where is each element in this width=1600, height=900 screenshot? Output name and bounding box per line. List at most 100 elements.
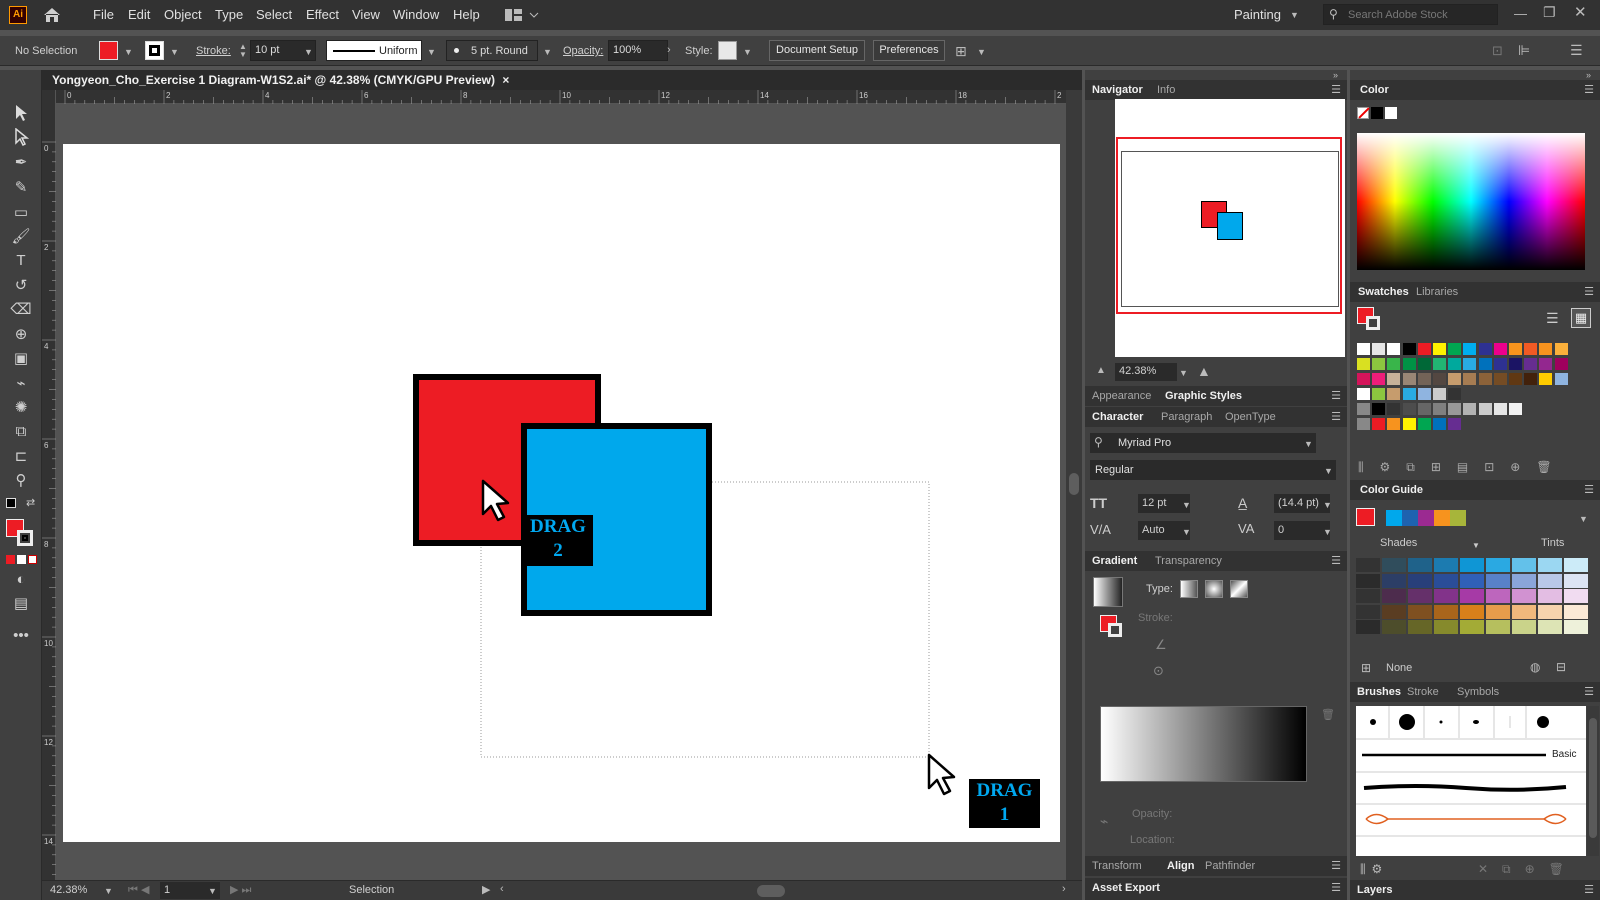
guide-swatch[interactable]: [1564, 573, 1588, 588]
swatch-cell[interactable]: [1402, 358, 1416, 370]
zoom-in-icon[interactable]: ▲: [1197, 363, 1211, 379]
horizontal-scroll-thumb[interactable]: [757, 885, 785, 897]
guide-swatch[interactable]: [1408, 573, 1432, 588]
delete-stop-icon[interactable]: 🗑: [1321, 708, 1335, 721]
panel-menu-icon[interactable]: ☰: [1584, 285, 1594, 298]
tab-info[interactable]: Info: [1157, 84, 1175, 96]
swatch-cell[interactable]: [1417, 418, 1431, 430]
font-family-field[interactable]: ⚲ Myriad Pro ▼: [1090, 433, 1316, 453]
swatch-cell[interactable]: [1509, 373, 1522, 385]
tab-navigator[interactable]: Navigator: [1092, 84, 1143, 96]
tab-layers[interactable]: Layers: [1357, 884, 1392, 896]
tab-libraries[interactable]: Libraries: [1416, 286, 1458, 298]
canvas-vertical-scrollbar[interactable]: [1066, 90, 1082, 880]
panel-menu-icon[interactable]: ☰: [1584, 83, 1594, 96]
guide-swatch[interactable]: [1512, 589, 1536, 603]
brush-actions-icon[interactable]: ✕⧉⊕🗑: [1478, 862, 1578, 877]
guide-swatch[interactable]: [1512, 558, 1536, 572]
swatch-cell[interactable]: [1493, 373, 1507, 385]
color-guide-grid[interactable]: [1356, 558, 1592, 636]
swatch-cell[interactable]: [1448, 343, 1462, 355]
swatch-cell[interactable]: [1509, 403, 1522, 415]
save-group-icon[interactable]: ⊟: [1556, 660, 1566, 674]
guide-swatch[interactable]: [1408, 604, 1432, 619]
guide-swatch[interactable]: [1486, 589, 1510, 603]
swatch-cell[interactable]: [1463, 343, 1477, 355]
guide-swatch[interactable]: [1538, 558, 1562, 572]
base-color-swatch[interactable]: [1356, 508, 1375, 526]
swatch-cell[interactable]: [1478, 373, 1492, 385]
tab-paragraph[interactable]: Paragraph: [1161, 411, 1212, 423]
guide-swatch[interactable]: [1356, 558, 1380, 572]
chevron-down-icon[interactable]: ▼: [104, 886, 113, 896]
artboard-next-last-icon[interactable]: ▶ ⏭: [230, 883, 251, 897]
minimize-button[interactable]: —: [1514, 6, 1527, 21]
swatch-cell[interactable]: [1478, 403, 1492, 415]
swatch-cell[interactable]: [1493, 343, 1507, 355]
guide-swatch[interactable]: [1356, 620, 1380, 634]
swatch-cell[interactable]: [1387, 343, 1401, 355]
align-icon[interactable]: ⊫: [1518, 42, 1530, 59]
chevron-down-icon[interactable]: ▼: [1179, 368, 1188, 378]
panel-menu-icon[interactable]: ☰: [1331, 83, 1341, 96]
list-view-icon[interactable]: ☰: [1546, 310, 1559, 327]
swatch-cell[interactable]: [1357, 343, 1370, 355]
guide-swatch[interactable]: [1356, 573, 1380, 588]
tab-swatches[interactable]: Swatches: [1358, 286, 1409, 298]
guide-swatch[interactable]: [1512, 620, 1536, 634]
guide-swatch[interactable]: [1408, 558, 1432, 572]
swatch-cell[interactable]: [1539, 343, 1553, 355]
guide-swatch[interactable]: [1408, 620, 1432, 634]
swatch-cell[interactable]: [1433, 418, 1446, 430]
scroll-left-icon[interactable]: ‹: [500, 883, 504, 895]
guide-swatch[interactable]: [1512, 573, 1536, 588]
gradient-thumbnail[interactable]: [1093, 577, 1123, 607]
panel-menu-icon[interactable]: ☰: [1584, 483, 1594, 496]
brushes-scrollbar[interactable]: [1587, 706, 1599, 856]
panel-menu-icon[interactable]: ☰: [1584, 685, 1594, 698]
swatch-cell[interactable]: [1387, 373, 1401, 385]
swatch-cell[interactable]: [1433, 403, 1446, 415]
guide-swatch[interactable]: [1434, 589, 1458, 603]
tab-transform[interactable]: Transform: [1092, 860, 1142, 872]
zoom-level[interactable]: 42.38%: [50, 884, 87, 896]
guide-swatch[interactable]: [1486, 573, 1510, 588]
guide-swatch[interactable]: [1538, 620, 1562, 634]
swatch-cell[interactable]: [1509, 358, 1522, 370]
swatch-cell[interactable]: [1417, 358, 1431, 370]
guide-swatch[interactable]: [1434, 558, 1458, 572]
swatch-cell[interactable]: [1357, 403, 1370, 415]
swatch-cell[interactable]: [1448, 358, 1462, 370]
swatch-cell[interactable]: [1463, 403, 1477, 415]
swatch-cell[interactable]: [1417, 403, 1431, 415]
guide-swatch[interactable]: [1460, 620, 1484, 634]
leading-field[interactable]: (14.4 pt): [1274, 494, 1330, 513]
swatch-cell[interactable]: [1372, 343, 1386, 355]
tab-opentype[interactable]: OpenType: [1225, 411, 1276, 423]
radial-gradient-button[interactable]: [1205, 580, 1223, 598]
tab-graphic-styles[interactable]: Graphic Styles: [1165, 390, 1242, 402]
swatch-cell[interactable]: [1448, 403, 1462, 415]
swatch-cell[interactable]: [1372, 418, 1386, 430]
swatch-cell[interactable]: [1554, 358, 1568, 370]
swatch-cell[interactable]: [1372, 358, 1386, 370]
restore-button[interactable]: ❐: [1543, 4, 1556, 21]
collapse-panels-icon[interactable]: »: [1333, 70, 1338, 80]
swatch-panel-actions-icon[interactable]: ⫼⚙⧉⊞▤⊡⊕🗑: [1358, 460, 1590, 476]
swatch-cell[interactable]: [1433, 388, 1446, 400]
guide-swatch[interactable]: [1382, 558, 1406, 572]
swatch-cell[interactable]: [1402, 373, 1416, 385]
swatch-cell[interactable]: [1524, 373, 1538, 385]
black-color-button[interactable]: [1371, 107, 1383, 119]
guide-swatch[interactable]: [1538, 573, 1562, 588]
guide-swatch[interactable]: [1538, 589, 1562, 603]
brush-library[interactable]: Basic: [1356, 706, 1586, 856]
chevron-down-icon[interactable]: ▼: [1579, 514, 1588, 524]
swatch-cell[interactable]: [1554, 343, 1568, 355]
transform-icon[interactable]: ⊡: [1492, 43, 1503, 59]
tab-color-guide[interactable]: Color Guide: [1360, 484, 1423, 496]
panel-menu-icon[interactable]: ☰: [1331, 881, 1341, 894]
panel-menu-icon[interactable]: ☰: [1331, 389, 1341, 402]
font-style-field[interactable]: Regular ▼: [1090, 460, 1336, 480]
guide-swatch[interactable]: [1512, 604, 1536, 619]
